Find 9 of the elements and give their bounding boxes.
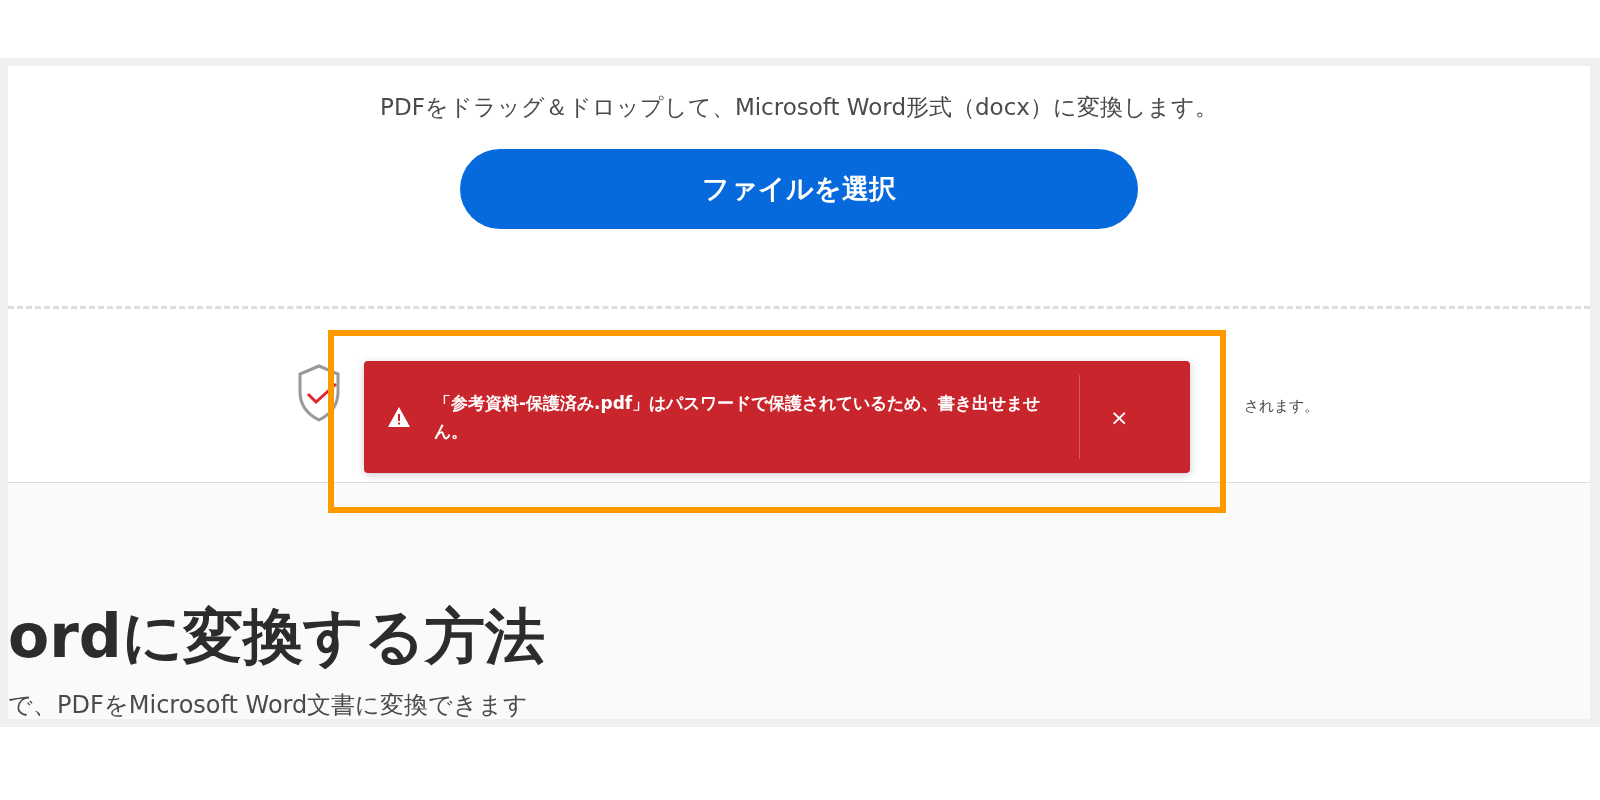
select-file-button[interactable]: ファイルを選択 [460,149,1138,229]
warning-icon [388,407,410,427]
close-button[interactable]: × [1104,402,1135,432]
error-message: 「参考資料-保護済み.pdf」はパスワードで保護されているため、書き出せません。 [434,392,1042,443]
instruction-text: PDFをドラッグ＆ドロップして、Microsoft Word形式（docx）に変換します。 [380,93,1218,122]
section-body: で、PDFをMicrosoft Word文書に変換できます [8,691,530,719]
section-heading: ordに変換する方法 [8,601,546,671]
shield-check-icon [298,364,340,423]
security-note: されます。 [1244,397,1319,417]
